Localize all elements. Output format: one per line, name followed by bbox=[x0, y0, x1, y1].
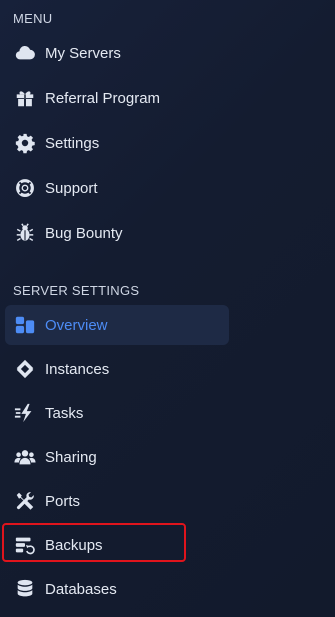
backup-icon bbox=[14, 534, 36, 556]
sidebar-item-tasks[interactable]: Tasks bbox=[5, 393, 229, 433]
sidebar-item-label: My Servers bbox=[45, 44, 121, 62]
sidebar-item-label: Overview bbox=[45, 316, 108, 334]
users-icon bbox=[14, 446, 36, 468]
dashboard-icon bbox=[14, 314, 36, 336]
sidebar-item-label: Ports bbox=[45, 492, 81, 510]
sidebar-item-my-servers[interactable]: My Servers bbox=[5, 33, 229, 73]
sidebar-item-instances[interactable]: Instances bbox=[5, 349, 229, 389]
sidebar-item-overview[interactable]: Overview bbox=[5, 305, 229, 345]
cloud-icon bbox=[14, 42, 36, 64]
sidebar-item-label: Instances bbox=[45, 360, 110, 378]
sidebar-item-label: Tasks bbox=[45, 404, 84, 422]
sidebar-item-settings[interactable]: Settings bbox=[5, 123, 229, 163]
lifebuoy-icon bbox=[14, 177, 36, 199]
sidebar-item-bug-bounty[interactable]: Bug Bounty bbox=[5, 213, 229, 253]
sidebar-item-sharing[interactable]: Sharing bbox=[5, 437, 229, 477]
sidebar-item-label: Referral Program bbox=[45, 89, 161, 107]
sidebar-item-referral-program[interactable]: Referral Program bbox=[5, 78, 229, 118]
gear-icon bbox=[14, 132, 36, 154]
gift-icon bbox=[14, 87, 36, 109]
sidebar-item-label: Sharing bbox=[45, 448, 97, 466]
sidebar-item-ports[interactable]: Ports bbox=[5, 481, 229, 521]
layers-icon bbox=[14, 358, 36, 380]
menu-section-title: MENU bbox=[13, 11, 53, 26]
tools-icon bbox=[14, 490, 36, 512]
sidebar-item-backups[interactable]: Backups bbox=[5, 525, 229, 565]
sidebar-item-label: Settings bbox=[45, 134, 100, 152]
database-icon bbox=[14, 578, 36, 600]
server-settings-section-title: SERVER SETTINGS bbox=[13, 283, 140, 298]
sidebar-item-databases[interactable]: Databases bbox=[5, 569, 229, 609]
bug-icon bbox=[14, 222, 36, 244]
bolt-lines-icon bbox=[14, 402, 36, 424]
sidebar-item-label: Support bbox=[45, 179, 98, 197]
sidebar-item-label: Backups bbox=[45, 536, 103, 554]
sidebar-item-support[interactable]: Support bbox=[5, 168, 229, 208]
sidebar-item-label: Databases bbox=[45, 580, 117, 598]
sidebar-item-label: Bug Bounty bbox=[45, 224, 123, 242]
